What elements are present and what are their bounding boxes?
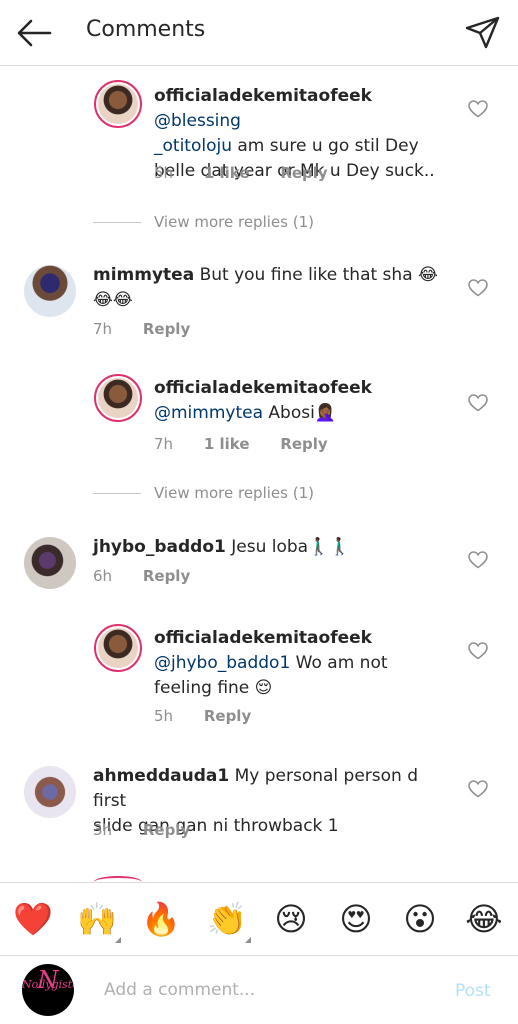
emoji-fire[interactable]: 🔥 [141,899,181,939]
mention-link[interactable]: @mimmytea [154,403,263,423]
reply-button[interactable]: Reply [143,320,190,338]
emoji-raised-hands[interactable]: 🙌 [77,899,117,939]
likes-count[interactable]: 1 like [204,435,250,453]
comment: mimmytea But you fine like that sha 😂 😂😂… [0,255,518,350]
comment-text: But you fine like that sha 😂 [194,265,438,285]
reply-button[interactable]: Reply [204,707,251,725]
heart-icon[interactable] [468,642,488,660]
comment-meta: 5h Reply [154,707,277,725]
heart-icon[interactable] [468,551,488,569]
mention-link[interactable]: @jhybo_baddo1 [154,653,290,673]
skin-tone-indicator [245,937,251,943]
comment: jhybo_baddo1 Jesu loba🚶🏿‍♂️🚶🏿‍♂️ 6h Repl… [0,527,518,597]
emoji-crying-face[interactable]: 😢 [271,899,311,939]
comment-text: Wo am not [290,653,388,673]
comment-time: 5h [154,164,174,182]
comment-username[interactable]: jhybo_baddo1 [93,537,226,557]
comment-text-line: feeling fine 😌 [154,678,273,698]
reply-button[interactable]: Reply [280,435,327,453]
reply-button[interactable]: Reply [143,567,190,585]
heart-icon[interactable] [468,279,488,297]
emoji-quick-bar: ❤️ 🙌 🔥 👏 😢 😍 😮 😂 [0,882,518,954]
comment-username[interactable]: officialadekemitaofeek [154,86,372,106]
avatar[interactable] [24,265,76,317]
emoji-heart-eyes[interactable]: 😍 [336,899,376,939]
mention-link[interactable]: @blessing [154,111,241,131]
heart-icon[interactable] [468,100,488,118]
comment-input[interactable]: Add a comment... [104,980,255,1000]
comment-time: 3h [93,821,113,839]
emoji-surprised-face[interactable]: 😮 [400,899,440,939]
comment-time: 7h [93,320,113,338]
comment-username[interactable]: ahmeddauda1 [93,766,229,786]
emoji-heart[interactable]: ❤️ [13,899,53,939]
view-more-replies[interactable]: View more replies (1) [154,213,314,231]
avatar[interactable] [24,766,76,818]
emoji-clapping-hands[interactable]: 👏 [207,899,247,939]
reply-button[interactable]: Reply [280,164,327,182]
divider [93,222,141,223]
comment-meta: 7h 1 like Reply [154,435,354,453]
comment-meta: 5h 1 like Reply [154,164,354,182]
comment-meta: 3h Reply [93,821,216,839]
reply-comment: officialadekemitaofeek @mimmytea Abosi🤦🏾… [0,362,518,462]
back-arrow-icon[interactable] [14,15,54,51]
avatar[interactable] [94,624,142,672]
comment-username[interactable]: officialadekemitaofeek [154,378,372,398]
comment-username[interactable]: mimmytea [93,265,194,285]
comment-meta: 6h Reply [93,567,216,585]
comment-text: Jesu loba🚶🏿‍♂️🚶🏿‍♂️ [225,537,351,557]
heart-icon[interactable] [468,780,488,798]
reply-comment: officialadekemitaofeek @blessing _otitol… [0,66,518,196]
comment-time: 7h [154,435,174,453]
direct-message-icon[interactable] [462,14,502,50]
reply-comment: officialadekemitaofeek @jhybo_baddo1 Wo … [0,612,518,737]
post-button[interactable]: Post [455,981,491,1001]
avatar-logo-text: Nollygisto [22,978,74,991]
comment-time: 5h [154,707,174,725]
current-user-avatar[interactable]: N Nollygisto [22,964,74,1016]
likes-count[interactable]: 1 like [204,164,250,182]
emoji-tears-of-joy[interactable]: 😂 [464,899,504,939]
top-bar: Comments [0,0,518,66]
comment-text: Abosi🤦🏾‍♀️ [263,403,336,423]
comment: ahmeddauda1 My personal person d first s… [0,756,518,851]
page-title: Comments [86,17,206,42]
comment-time: 6h [93,567,113,585]
reply-button[interactable]: Reply [143,821,190,839]
comment-text-line: 😂😂 [93,290,133,310]
comment-username[interactable]: officialadekemitaofeek [154,628,372,648]
comment-text: am sure u go stil Dey [231,136,419,156]
skin-tone-indicator [115,937,121,943]
avatar[interactable] [94,374,142,422]
view-more-replies[interactable]: View more replies (1) [154,484,314,502]
avatar[interactable] [24,537,76,589]
mention-link-cont[interactable]: _otitoloju [154,136,232,156]
avatar[interactable] [94,80,142,128]
divider [93,493,141,494]
heart-icon[interactable] [468,394,488,412]
comment-composer: N Nollygisto Add a comment... Post [0,955,518,1024]
comment-meta: 7h Reply [93,320,216,338]
